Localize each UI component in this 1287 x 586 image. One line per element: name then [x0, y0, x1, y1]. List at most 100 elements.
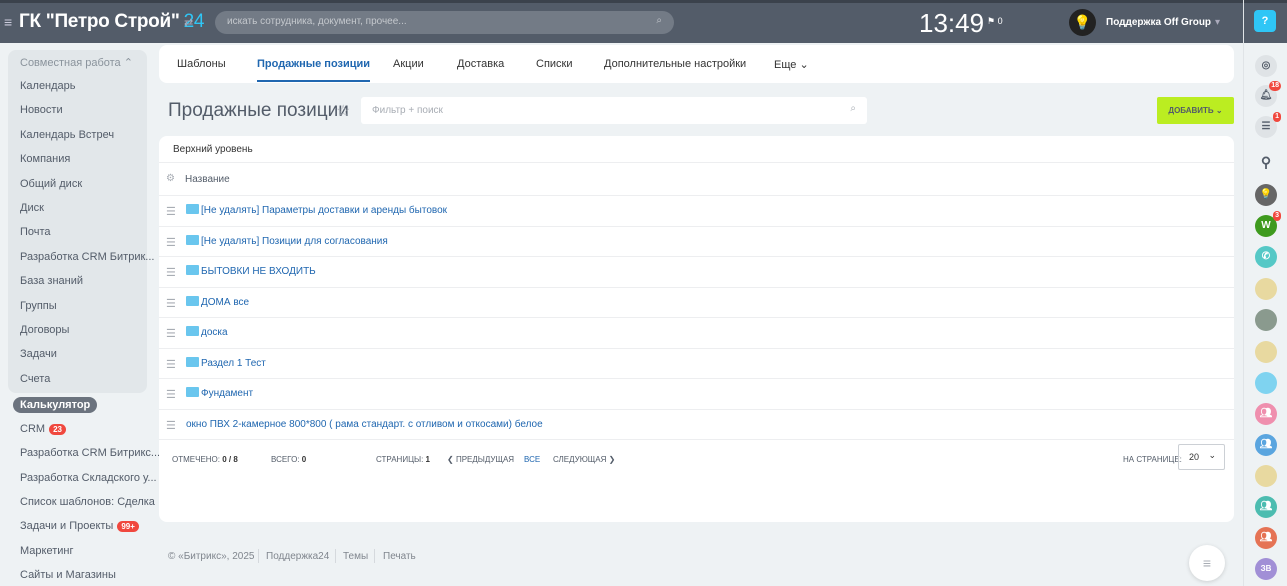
- table-row: ☰ ДОМА все: [159, 288, 1234, 318]
- tab-sales-positions[interactable]: Продажные позиции: [257, 58, 371, 82]
- sidebar-item[interactable]: Маркетинг: [20, 545, 73, 557]
- row-link[interactable]: окно ПВХ 2-камерное 800*800 ( рама станд…: [186, 419, 543, 430]
- help-button[interactable]: ?: [1254, 10, 1276, 32]
- counter-badge: 23: [49, 424, 66, 435]
- prev-page-link[interactable]: ❮ ПРЕДЫДУЩАЯ: [447, 455, 514, 464]
- sidebar-group-title[interactable]: Совместная работа ⌃: [20, 56, 133, 69]
- label: Еще: [774, 59, 797, 71]
- sidebar-item-crm[interactable]: CRM 23: [20, 423, 66, 435]
- sidebar-item[interactable]: Разработка CRM Битрик...: [20, 251, 154, 263]
- sidebar-item[interactable]: Группы: [20, 300, 57, 312]
- user-menu[interactable]: Поддержка Off Group ▾: [1106, 17, 1220, 28]
- menu-icon[interactable]: ≡: [4, 14, 12, 30]
- add-button[interactable]: ДОБАВИТЬ ⌄: [1157, 97, 1234, 124]
- notifications-badge: 18: [1269, 81, 1281, 91]
- global-search-input[interactable]: искать сотрудника, документ, прочее... ⌕: [215, 11, 674, 34]
- sidebar-item[interactable]: База знаний: [20, 275, 83, 287]
- search-icon[interactable]: ⌕: [656, 15, 662, 26]
- row-link[interactable]: Раздел 1 Тест: [201, 358, 266, 369]
- sidebar-item[interactable]: Почта: [20, 226, 51, 238]
- drag-handle-icon[interactable]: ☰: [166, 419, 176, 432]
- sidebar-item[interactable]: Календарь: [20, 80, 76, 92]
- sidebar-item[interactable]: Задачи: [20, 348, 57, 360]
- drag-handle-icon[interactable]: ☰: [166, 236, 176, 249]
- next-page-link[interactable]: СЛЕДУЮЩАЯ ❯: [553, 455, 615, 464]
- column-header-name[interactable]: Название: [185, 174, 230, 185]
- row-link[interactable]: ДОМА все: [201, 297, 249, 308]
- chat-bubble-avatar[interactable]: [1255, 372, 1277, 394]
- row-link[interactable]: Фундамент: [201, 388, 253, 399]
- row-link[interactable]: БЫТОВКИ НЕ ВХОДИТЬ: [201, 266, 316, 277]
- tab-delivery[interactable]: Доставка: [457, 58, 504, 70]
- table-row: ☰ доска: [159, 318, 1234, 349]
- users-icon[interactable]: 👥︎: [1255, 496, 1277, 518]
- w-label: W: [1261, 220, 1271, 231]
- sidebar-item[interactable]: Диск: [20, 202, 44, 214]
- menu-fab-button[interactable]: ≡: [1189, 545, 1225, 581]
- total-count: ВСЕГО: 0: [271, 455, 307, 464]
- chevron-down-icon: ▾: [1215, 17, 1221, 28]
- sidebar-item[interactable]: Календарь Встреч: [20, 129, 114, 141]
- filter-search-input[interactable]: Фильтр + поиск ⌕: [361, 97, 867, 124]
- folder-icon: [186, 326, 199, 336]
- page-title: Продажные позиции: [168, 100, 349, 121]
- w-avatar[interactable]: W3: [1255, 211, 1281, 237]
- footer-link-print[interactable]: Печать: [383, 551, 416, 562]
- users-icon[interactable]: 👥︎: [1255, 403, 1277, 425]
- users-icon[interactable]: 👥︎: [1255, 527, 1277, 549]
- sidebar-item[interactable]: Компания: [20, 153, 70, 165]
- sidebar-item[interactable]: Разработка CRM Битрикс...: [20, 447, 160, 459]
- zv-avatar[interactable]: ЗВ: [1255, 558, 1277, 580]
- flag-counter[interactable]: ⚑ 0: [987, 16, 1003, 27]
- drag-handle-icon[interactable]: ☰: [166, 358, 176, 371]
- row-link[interactable]: доска: [201, 327, 228, 338]
- star-icon[interactable]: ☆: [336, 101, 350, 121]
- row-link[interactable]: [Не удалять] Параметры доставки и аренды…: [201, 205, 447, 216]
- search-icon[interactable]: ⚲: [1255, 151, 1277, 173]
- sidebar-item[interactable]: Разработка Складского у...: [20, 472, 157, 484]
- drag-handle-icon[interactable]: ☰: [166, 388, 176, 401]
- group-avatar[interactable]: [1255, 465, 1277, 487]
- sidebar-item-tasks[interactable]: Задачи и Проекты 99+: [20, 520, 139, 532]
- per-page-select[interactable]: 20 ⌄: [1178, 444, 1225, 470]
- breadcrumb[interactable]: Верхний уровень: [173, 144, 253, 155]
- tab-templates[interactable]: Шаблоны: [177, 58, 226, 70]
- gear-icon[interactable]: ⚙: [166, 173, 175, 184]
- drag-handle-icon[interactable]: ☰: [166, 266, 176, 279]
- row-link[interactable]: [Не удалять] Позиции для согласования: [201, 236, 388, 247]
- drag-handle-icon[interactable]: ☰: [166, 327, 176, 340]
- drag-handle-icon[interactable]: ☰: [166, 297, 176, 310]
- search-icon[interactable]: ⌕: [850, 103, 856, 114]
- footer-link-support[interactable]: Поддержка24: [266, 551, 329, 562]
- tab-extra-settings[interactable]: Дополнительные настройки: [604, 58, 746, 70]
- sidebar-item[interactable]: Список шаблонов: Сделка: [20, 496, 155, 508]
- tab-more[interactable]: Еще ⌄: [774, 58, 809, 71]
- sidebar-item[interactable]: Сайты и Магазины: [20, 569, 116, 581]
- group-avatar[interactable]: [1255, 341, 1277, 363]
- group-avatar[interactable]: [1255, 278, 1277, 300]
- clock[interactable]: 13:49: [919, 8, 984, 39]
- activity-icon[interactable]: ◎: [1255, 55, 1277, 77]
- user-avatar[interactable]: 💡: [1069, 9, 1096, 36]
- sidebar-item[interactable]: Новости: [20, 104, 63, 116]
- bell-icon[interactable]: 🔔︎ 18: [1255, 81, 1281, 107]
- user-name: Поддержка Off Group: [1106, 17, 1212, 28]
- users-icon[interactable]: 👥︎: [1255, 434, 1277, 456]
- tab-lists[interactable]: Списки: [536, 58, 573, 70]
- sidebar-item-active[interactable]: Калькулятор: [13, 397, 98, 413]
- sidebar-item[interactable]: Общий диск: [20, 178, 82, 190]
- right-panel: ? ◎ 🔔︎ 18 ☰ 1 ⚲ 💡 W3 ✆ 👥︎ 👥︎ 👥︎ 👥︎ ЗВ: [1243, 0, 1287, 586]
- phone-icon[interactable]: ✆: [1255, 246, 1277, 268]
- all-pages-link[interactable]: ВСЕ: [524, 455, 540, 464]
- settings-toggle-icon[interactable]: ⇄: [184, 16, 193, 29]
- tab-promotions[interactable]: Акции: [393, 58, 424, 70]
- sidebar-item[interactable]: Счета: [20, 373, 50, 385]
- sidebar-item[interactable]: Договоры: [20, 324, 69, 336]
- footer-link-themes[interactable]: Темы: [343, 551, 368, 562]
- company-logo[interactable]: ГК "Петро Строй" 24: [19, 11, 204, 33]
- bulb-avatar[interactable]: 💡: [1255, 184, 1277, 206]
- drag-handle-icon[interactable]: ☰: [166, 205, 176, 218]
- search-placeholder: искать сотрудника, документ, прочее...: [227, 16, 407, 27]
- chat-icon[interactable]: ☰ 1: [1255, 112, 1281, 138]
- photo-avatar[interactable]: [1255, 309, 1277, 331]
